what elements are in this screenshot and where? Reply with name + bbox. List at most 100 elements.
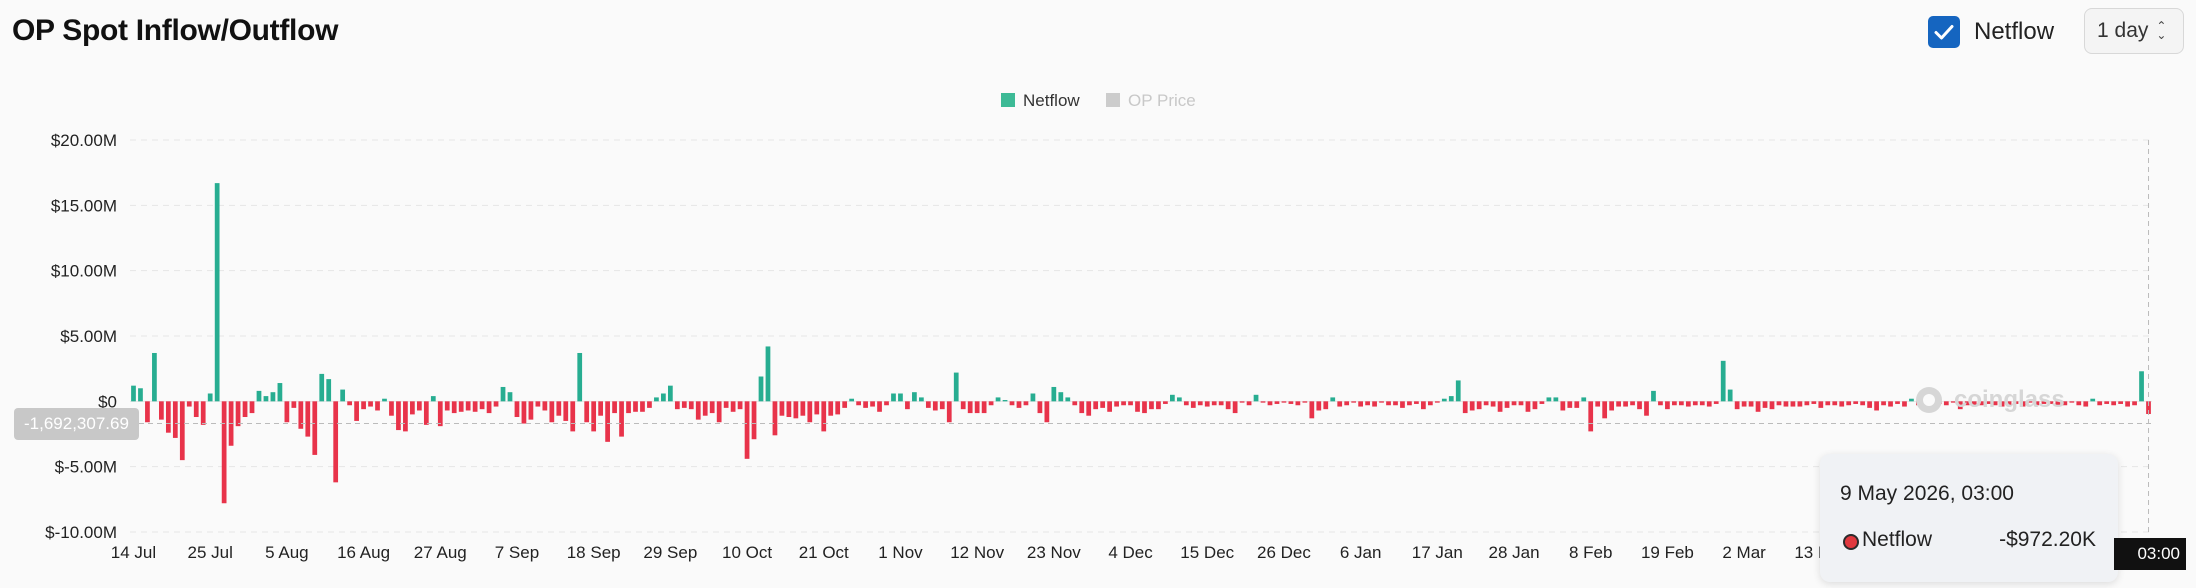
netflow-bar (556, 401, 562, 416)
netflow-bar (2118, 401, 2123, 404)
netflow-bar (1351, 401, 1357, 403)
y-axis: $20.00M$15.00M$10.00M$5.00M$0$-5.00M$-10… (45, 131, 117, 542)
netflow-bar (1330, 397, 1336, 402)
coinglass-watermark: coinglass (1912, 383, 2065, 417)
netflow-bar (465, 401, 471, 411)
netflow-bar (995, 397, 1001, 402)
netflow-bar (863, 401, 868, 408)
x-tick-label-13: 4 Dec (1108, 543, 1153, 562)
netflow-bar (1232, 401, 1238, 414)
x-tick-label-9: 21 Oct (799, 543, 849, 562)
netflow-bar (1720, 360, 1726, 402)
x-tick-label-10: 1 Nov (878, 543, 923, 562)
netflow-bar (410, 401, 415, 415)
netflow-bar (674, 401, 680, 410)
netflow-bar (1832, 401, 1838, 406)
netflow-bar (172, 401, 178, 438)
netflow-bar (1748, 401, 1754, 407)
netflow-bar (870, 401, 875, 407)
netflow-bar (1783, 401, 1789, 407)
netflow-bar (856, 401, 861, 406)
netflow-bar (925, 401, 931, 408)
netflow-bar (1616, 401, 1621, 407)
netflow-bar (1678, 401, 1684, 406)
x-tick-label-17: 17 Jan (1412, 543, 1463, 562)
x-tick-label-8: 10 Oct (722, 543, 772, 562)
netflow-bar (1372, 401, 1377, 407)
netflow-bar (1867, 401, 1872, 408)
netflow-bar (1811, 401, 1817, 404)
netflow-bar (270, 392, 276, 402)
netflow-bar (1170, 394, 1175, 402)
netflow-bar (1253, 394, 1259, 402)
netflow-bar (1874, 401, 1879, 411)
netflow-bar (619, 401, 624, 437)
netflow-bar (1637, 401, 1642, 410)
netflow-bar (891, 393, 896, 402)
netflow-bar (319, 373, 325, 402)
netflow-bar (1100, 401, 1106, 408)
netflow-bar (1553, 397, 1559, 402)
netflow-bar (1176, 397, 1182, 402)
x-axis: 14 Jul 25 Jul 5 Aug 16 Aug 27 Aug 7 Sep 18 Sep… (111, 543, 1848, 562)
x-tick-label-0: 14 Jul (111, 543, 156, 562)
netflow-bar (1769, 401, 1775, 410)
netflow-bar (2097, 401, 2103, 406)
netflow-bar (2090, 398, 2096, 402)
netflow-bar (256, 390, 262, 402)
netflow-bar (486, 401, 492, 414)
netflow-bar (1163, 401, 1168, 404)
netflow-bar (1685, 401, 1691, 407)
y-tick-label-6: $-10.00M (45, 523, 117, 542)
netflow-bar (291, 401, 297, 408)
netflow-bar (2111, 401, 2117, 406)
netflow-bar (758, 376, 764, 402)
x-tick-label-15: 26 Dec (1257, 543, 1311, 562)
y-tick-label-2: $10.00M (51, 262, 117, 281)
netflow-bar (1476, 401, 1482, 410)
netflow-bar (1595, 401, 1601, 407)
netflow-bar (1218, 401, 1224, 406)
netflow-bar (1323, 401, 1329, 410)
netflow-bar (1023, 401, 1029, 406)
netflow-bar (2125, 401, 2130, 407)
x-tick-label-20: 19 Feb (1641, 543, 1694, 562)
netflow-bar (305, 401, 311, 437)
netflow-bar (1644, 401, 1649, 416)
netflow-bar (200, 401, 206, 425)
netflow-bar (1309, 401, 1315, 419)
netflow-bar (1462, 401, 1468, 414)
netflow-bar (939, 401, 945, 410)
netflow-bar (709, 401, 715, 414)
netflow-bar (1546, 397, 1552, 402)
netflow-bar (451, 401, 457, 414)
netflow-bar (138, 388, 143, 402)
netflow-bar (702, 401, 708, 416)
netflow-bar (1274, 401, 1280, 404)
y-tick-label-0: $20.00M (51, 131, 117, 150)
netflow-bar (1532, 401, 1538, 410)
netflow-bar (1434, 401, 1440, 403)
legend-label-0[interactable]: Netflow (1023, 91, 1080, 110)
netflow-bar (354, 401, 359, 421)
netflow-bar (493, 401, 499, 407)
netflow-bar (772, 401, 778, 436)
netflow-bar (1044, 401, 1050, 423)
netflow-bar (500, 386, 506, 402)
netflow-bar (1365, 401, 1370, 406)
netflow-bar (312, 401, 318, 455)
netflow-bar (179, 401, 185, 461)
netflow-bar (1658, 401, 1663, 406)
netflow-bar (1448, 396, 1454, 402)
legend-swatch-1 (1106, 93, 1120, 107)
netflow-bar (842, 401, 848, 408)
legend-label-1[interactable]: OP Price (1128, 91, 1196, 110)
netflow-bar (1804, 401, 1810, 406)
netflow-bar (1421, 401, 1426, 410)
netflow-bar (1490, 401, 1496, 407)
netflow-bar (214, 183, 220, 402)
tooltip-value: -$972.20K (1999, 528, 2096, 551)
x-tick-label-5: 7 Sep (495, 543, 539, 562)
coinglass-logo-icon (1916, 387, 1942, 413)
netflow-bar (1672, 401, 1677, 406)
